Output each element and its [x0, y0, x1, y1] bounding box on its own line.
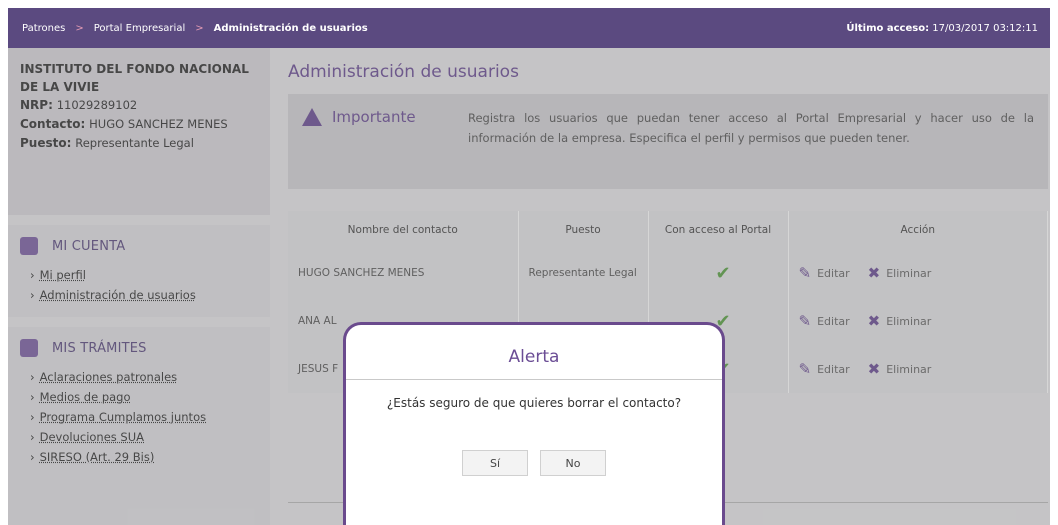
- cell-name: HUGO SANCHEZ MENES: [288, 249, 519, 297]
- column-header-role: Puesto: [518, 211, 649, 249]
- yes-button[interactable]: Sí: [462, 450, 528, 476]
- nrp-value: 11029289102: [56, 98, 138, 112]
- important-notice: Importante Registra los usuarios que pue…: [288, 94, 1048, 189]
- sidebar-link-aclaraciones[interactable]: Aclaraciones patronales: [40, 370, 178, 384]
- delete-button[interactable]: ✖ Eliminar: [868, 360, 932, 378]
- dialog-buttons: Sí No: [346, 450, 722, 476]
- delete-icon: ✖: [867, 360, 881, 378]
- sidebar: INSTITUTO DEL FONDO NACIONAL DE LA VIVIE…: [8, 48, 270, 525]
- sidebar-item-mi-perfil[interactable]: Mi perfil: [20, 265, 258, 285]
- edit-label: Editar: [817, 266, 850, 280]
- delete-icon: ✖: [867, 312, 881, 330]
- edit-button[interactable]: ✎ Editar: [799, 360, 850, 378]
- table-row: HUGO SANCHEZ MENES Representante Legal ✔…: [288, 249, 1048, 297]
- edit-icon: ✎: [798, 360, 812, 378]
- mi-cuenta-title: MI CUENTA: [52, 238, 126, 254]
- delete-label: Eliminar: [886, 266, 932, 280]
- check-icon: ✔: [648, 249, 789, 297]
- sidebar-link-admin-usuarios[interactable]: Administración de usuarios: [40, 288, 196, 302]
- sidebar-item-medios-pago[interactable]: Medios de pago: [20, 387, 258, 407]
- contact-line: Contacto: HUGO SANCHEZ MENES: [20, 115, 258, 134]
- edit-label: Editar: [817, 362, 850, 376]
- delete-icon: ✖: [867, 264, 881, 282]
- breadcrumb: Patrones > Portal Empresarial > Administ…: [22, 23, 368, 34]
- contact-value: HUGO SANCHEZ MENES: [89, 117, 228, 131]
- last-access: Último acceso: 17/03/2017 03:12:11: [846, 23, 1038, 34]
- sidebar-link-sireso[interactable]: SIRESO (Art. 29 Bis): [40, 450, 155, 464]
- contact-label: Contacto:: [20, 117, 86, 131]
- notice-text: Registra los usuarios que puedan tener a…: [468, 111, 1034, 145]
- column-header-name: Nombre del contacto: [288, 211, 519, 249]
- cell-role: Representante Legal: [518, 249, 649, 297]
- role-value: Representante Legal: [75, 136, 194, 150]
- sidebar-link-cumplamos[interactable]: Programa Cumplamos juntos: [40, 410, 206, 424]
- mi-cuenta-heading: MI CUENTA: [20, 237, 258, 255]
- last-access-value: 17/03/2017 03:12:11: [932, 22, 1038, 34]
- edit-button[interactable]: ✎ Editar: [799, 312, 850, 330]
- cell-actions: ✎ Editar ✖ Eliminar: [788, 249, 1048, 297]
- mi-cuenta-section: MI CUENTA Mi perfil Administración de us…: [8, 225, 270, 317]
- mis-tramites-title: MIS TRÁMITES: [52, 340, 147, 356]
- delete-button[interactable]: ✖ Eliminar: [868, 264, 932, 282]
- user-icon: [20, 237, 38, 255]
- edit-icon: ✎: [798, 264, 812, 282]
- sidebar-link-mi-perfil[interactable]: Mi perfil: [40, 268, 86, 282]
- page-title: Administración de usuarios: [288, 62, 519, 82]
- delete-label: Eliminar: [886, 314, 932, 328]
- alert-dialog: Alerta ¿Estás seguro de que quieres borr…: [343, 322, 725, 525]
- warning-icon: [302, 108, 322, 126]
- column-header-access: Con acceso al Portal: [648, 211, 789, 249]
- top-bar: Patrones > Portal Empresarial > Administ…: [8, 8, 1050, 48]
- role-line: Puesto: Representante Legal: [20, 134, 258, 153]
- nrp-line: NRP: 11029289102: [20, 96, 258, 115]
- profile-card: INSTITUTO DEL FONDO NACIONAL DE LA VIVIE…: [8, 48, 270, 215]
- institution-name: INSTITUTO DEL FONDO NACIONAL DE LA VIVIE: [20, 62, 249, 94]
- breadcrumb-portal-empresarial[interactable]: Portal Empresarial: [94, 23, 186, 34]
- no-button[interactable]: No: [540, 450, 606, 476]
- breadcrumb-separator: >: [75, 22, 84, 34]
- mis-tramites-section: MIS TRÁMITES Aclaraciones patronales Med…: [8, 327, 270, 525]
- edit-button[interactable]: ✎ Editar: [799, 264, 850, 282]
- breadcrumb-patrones[interactable]: Patrones: [22, 23, 65, 34]
- role-label: Puesto:: [20, 136, 72, 150]
- sidebar-item-aclaraciones[interactable]: Aclaraciones patronales: [20, 367, 258, 387]
- mis-tramites-heading: MIS TRÁMITES: [20, 339, 258, 357]
- delete-button[interactable]: ✖ Eliminar: [868, 312, 932, 330]
- edit-label: Editar: [817, 314, 850, 328]
- breadcrumb-current: Administración de usuarios: [213, 22, 368, 34]
- edit-icon: ✎: [798, 312, 812, 330]
- sidebar-item-cumplamos[interactable]: Programa Cumplamos juntos: [20, 407, 258, 427]
- cell-actions: ✎ Editar ✖ Eliminar: [788, 345, 1048, 393]
- delete-label: Eliminar: [886, 362, 932, 376]
- column-header-action: Acción: [788, 211, 1048, 249]
- document-icon: [20, 339, 38, 357]
- dialog-message: ¿Estás seguro de que quieres borrar el c…: [386, 396, 682, 410]
- cell-actions: ✎ Editar ✖ Eliminar: [788, 297, 1048, 345]
- nrp-label: NRP:: [20, 98, 53, 112]
- sidebar-link-medios-pago[interactable]: Medios de pago: [40, 390, 131, 404]
- sidebar-item-devoluciones[interactable]: Devoluciones SUA: [20, 427, 258, 447]
- notice-label: Importante: [332, 108, 416, 126]
- last-access-label: Último acceso:: [846, 22, 930, 34]
- sidebar-item-sireso[interactable]: SIRESO (Art. 29 Bis): [20, 447, 258, 467]
- dialog-title: Alerta: [346, 347, 722, 380]
- sidebar-item-admin-usuarios[interactable]: Administración de usuarios: [20, 285, 258, 305]
- breadcrumb-separator: >: [195, 22, 204, 34]
- sidebar-link-devoluciones[interactable]: Devoluciones SUA: [40, 430, 144, 444]
